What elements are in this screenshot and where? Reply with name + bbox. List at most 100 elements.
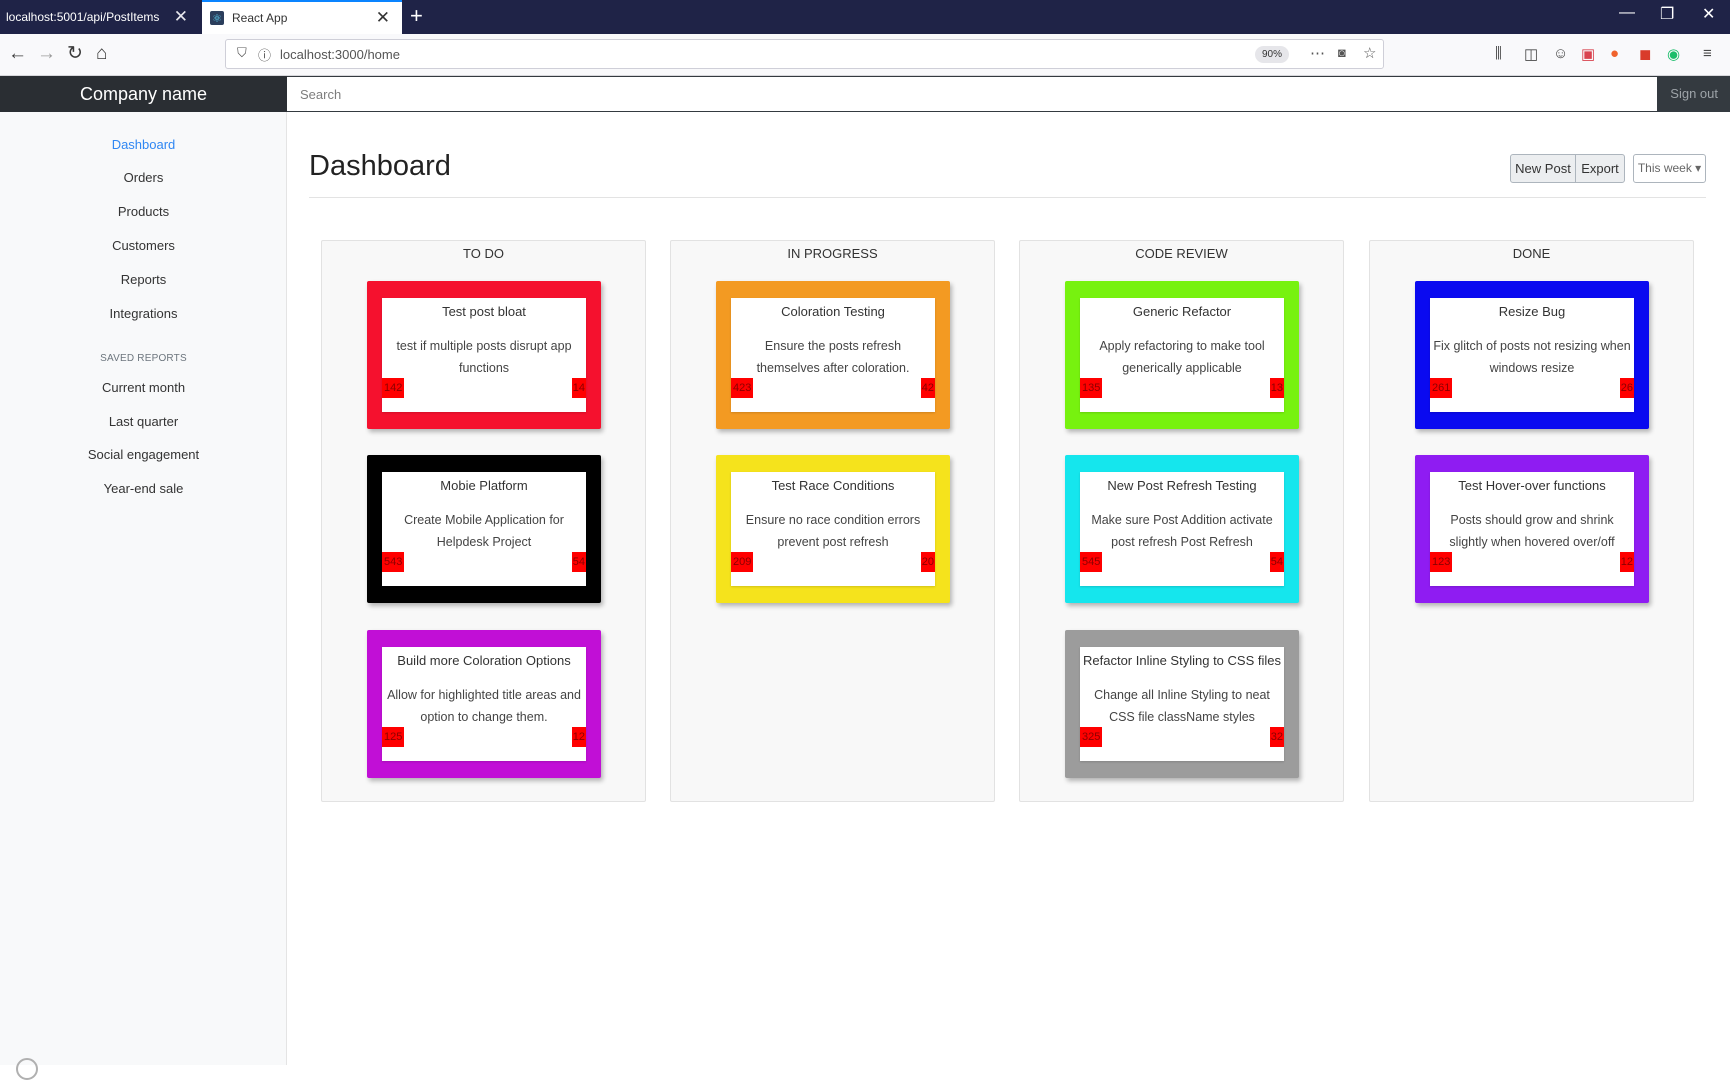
saved-report-social-engagement[interactable]: Social engagement <box>0 447 287 462</box>
url-bar[interactable]: ⛉ ⓘ localhost:3000/home 90% ⋯ ◙ ☆ <box>225 39 1384 69</box>
home-icon[interactable]: ⌂ <box>96 43 107 65</box>
column-title: CODE REVIEW <box>1135 246 1228 261</box>
post-count-badge: 26 <box>1619 378 1634 398</box>
post-card-body: Test Hover-over functions Posts should gr… <box>1430 472 1634 586</box>
page-actions-icon[interactable]: ⋯ <box>1310 44 1325 62</box>
post-card[interactable]: Generic Refactor Apply refactoring to mak… <box>1065 281 1299 429</box>
board-column: TO DO Test post bloat test if multiple pos… <box>321 240 646 802</box>
column-title: IN PROGRESS <box>787 246 878 261</box>
back-icon[interactable]: ← <box>8 43 27 65</box>
post-description: Fix glitch of posts not resizing when wi… <box>1433 339 1631 375</box>
sidebar-toggle-icon[interactable]: ◫ <box>1524 45 1538 63</box>
post-card[interactable]: Coloration Testing Ensure the posts refre… <box>716 281 950 429</box>
post-count-badge: 42 <box>920 378 935 398</box>
extension-icon[interactable]: ● <box>1610 45 1619 62</box>
post-title: Build more Coloration Options <box>397 653 571 668</box>
post-title: Test Race Conditions <box>771 478 895 493</box>
browser-tab-api[interactable]: localhost:5001/api/PostItems ✕ <box>0 0 200 34</box>
post-card-body: Refactor Inline Styling to CSS files Chan… <box>1080 647 1284 761</box>
post-card[interactable]: Refactor Inline Styling to CSS files Chan… <box>1065 630 1299 778</box>
close-tab-icon[interactable]: ✕ <box>376 8 390 28</box>
sidebar-item-customers[interactable]: Customers <box>0 238 287 253</box>
close-tab-icon[interactable]: ✕ <box>174 7 188 27</box>
extension-icon[interactable]: ▣ <box>1581 45 1595 63</box>
post-card[interactable]: Mobie Platform Create Mobile Application … <box>367 455 601 603</box>
post-title: Generic Refactor <box>1132 304 1232 319</box>
post-description: Change all Inline Styling to neat CSS fi… <box>1094 688 1270 724</box>
sidebar-item-integrations[interactable]: Integrations <box>0 306 287 321</box>
post-description: Make sure Post Addition activate post re… <box>1091 513 1273 549</box>
post-title: Coloration Testing <box>781 304 885 319</box>
post-description: test if multiple posts disrupt app funct… <box>396 339 572 375</box>
new-tab-icon[interactable]: + <box>410 3 423 29</box>
url-text[interactable]: localhost:3000/home <box>280 47 400 62</box>
extension-icon[interactable]: ◉ <box>1667 45 1680 63</box>
post-count-badge: 54 <box>571 552 586 572</box>
post-id-badge: 135 <box>1080 378 1103 398</box>
post-title: Refactor Inline Styling to CSS files <box>1083 653 1281 668</box>
search-input[interactable] <box>287 77 1657 111</box>
saved-report-last-quarter[interactable]: Last quarter <box>0 414 287 429</box>
post-id-badge: 325 <box>1080 727 1103 747</box>
tracking-shield-icon[interactable]: ⛉ <box>237 45 247 61</box>
post-description: Ensure the posts refresh themselves afte… <box>756 339 910 375</box>
browser-tab-bar: localhost:5001/api/PostItems ✕ ⚛ React A… <box>0 0 1730 34</box>
post-card[interactable]: New Post Refresh Testing Make sure Post A… <box>1065 455 1299 603</box>
restore-window-icon[interactable]: ❐ <box>1660 4 1674 24</box>
post-count-badge: 54 <box>1269 552 1284 572</box>
board-column: IN PROGRESS Coloration Testing Ensure the … <box>670 240 995 802</box>
post-title: Resize Bug <box>1498 304 1566 319</box>
post-card[interactable]: Test Hover-over functions Posts should gr… <box>1415 455 1649 603</box>
saved-report-current-month[interactable]: Current month <box>0 380 287 395</box>
menu-icon[interactable]: ≡ <box>1703 45 1712 62</box>
post-card-body: Test post bloat test if multiple posts di… <box>382 298 586 412</box>
post-id-badge: 142 <box>382 378 405 398</box>
post-id-badge: 423 <box>731 378 754 398</box>
extension-icon[interactable]: ◼ <box>1639 45 1651 63</box>
forward-icon[interactable]: → <box>37 43 56 65</box>
post-card-body: Mobie Platform Create Mobile Application … <box>382 472 586 586</box>
post-card[interactable]: Test Race Conditions Ensure no race condi… <box>716 455 950 603</box>
pocket-icon[interactable]: ◙ <box>1338 45 1346 60</box>
post-title: Test Hover-over functions <box>1458 478 1606 493</box>
browser-nav-bar: ← → ↻ ⌂ ⛉ ⓘ localhost:3000/home 90% ⋯ ◙ … <box>0 34 1730 76</box>
post-card-body: New Post Refresh Testing Make sure Post A… <box>1080 472 1284 586</box>
reload-icon[interactable]: ↻ <box>67 43 83 65</box>
post-card[interactable]: Build more Coloration Options Allow for h… <box>367 630 601 778</box>
export-button[interactable]: Export <box>1575 154 1625 183</box>
post-count-badge: 14 <box>571 378 586 398</box>
post-description: Allow for highlighted title areas and op… <box>387 688 581 724</box>
account-icon[interactable]: ☺ <box>1553 45 1568 62</box>
sign-out-link[interactable]: Sign out <box>1670 76 1718 112</box>
post-id-badge: 543 <box>382 552 405 572</box>
sidebar-item-products[interactable]: Products <box>0 204 287 219</box>
saved-reports-heading: SAVED REPORTS <box>100 353 187 364</box>
site-info-icon[interactable]: ⓘ <box>258 45 271 64</box>
browser-tab-react-app[interactable]: ⚛ React App ✕ <box>202 0 402 34</box>
column-title: TO DO <box>463 246 504 261</box>
post-id-badge: 261 <box>1430 378 1453 398</box>
library-icon[interactable]: ⫼ <box>1495 45 1502 62</box>
post-description: Apply refactoring to make tool generical… <box>1099 339 1265 375</box>
this-week-dropdown[interactable]: This week ▾ <box>1633 154 1706 183</box>
minimize-window-icon[interactable]: — <box>1619 4 1635 22</box>
post-card-body: Resize Bug Fix glitch of posts not resizi… <box>1430 298 1634 412</box>
sidebar: Dashboard Orders Products Customers Repo… <box>0 112 287 1065</box>
post-card[interactable]: Test post bloat test if multiple posts di… <box>367 281 601 429</box>
brand-name[interactable]: Company name <box>0 76 287 112</box>
bookmark-star-icon[interactable]: ☆ <box>1363 44 1376 62</box>
new-post-button[interactable]: New Post <box>1510 154 1576 183</box>
post-count-badge: 13 <box>1269 378 1284 398</box>
sidebar-item-dashboard[interactable]: Dashboard <box>0 137 287 152</box>
sidebar-item-reports[interactable]: Reports <box>0 272 287 287</box>
post-id-badge: 125 <box>382 727 405 747</box>
page-title: Dashboard <box>309 150 451 182</box>
post-id-badge: 545 <box>1080 552 1103 572</box>
close-window-icon[interactable]: ✕ <box>1702 4 1715 24</box>
tab-title: localhost:5001/api/PostItems <box>6 10 160 24</box>
zoom-level-badge[interactable]: 90% <box>1255 46 1289 63</box>
board-column: DONE Resize Bug Fix glitch of posts not re… <box>1369 240 1694 802</box>
post-card[interactable]: Resize Bug Fix glitch of posts not resizi… <box>1415 281 1649 429</box>
saved-report-year-end-sale[interactable]: Year-end sale <box>0 481 287 496</box>
sidebar-item-orders[interactable]: Orders <box>0 170 287 185</box>
